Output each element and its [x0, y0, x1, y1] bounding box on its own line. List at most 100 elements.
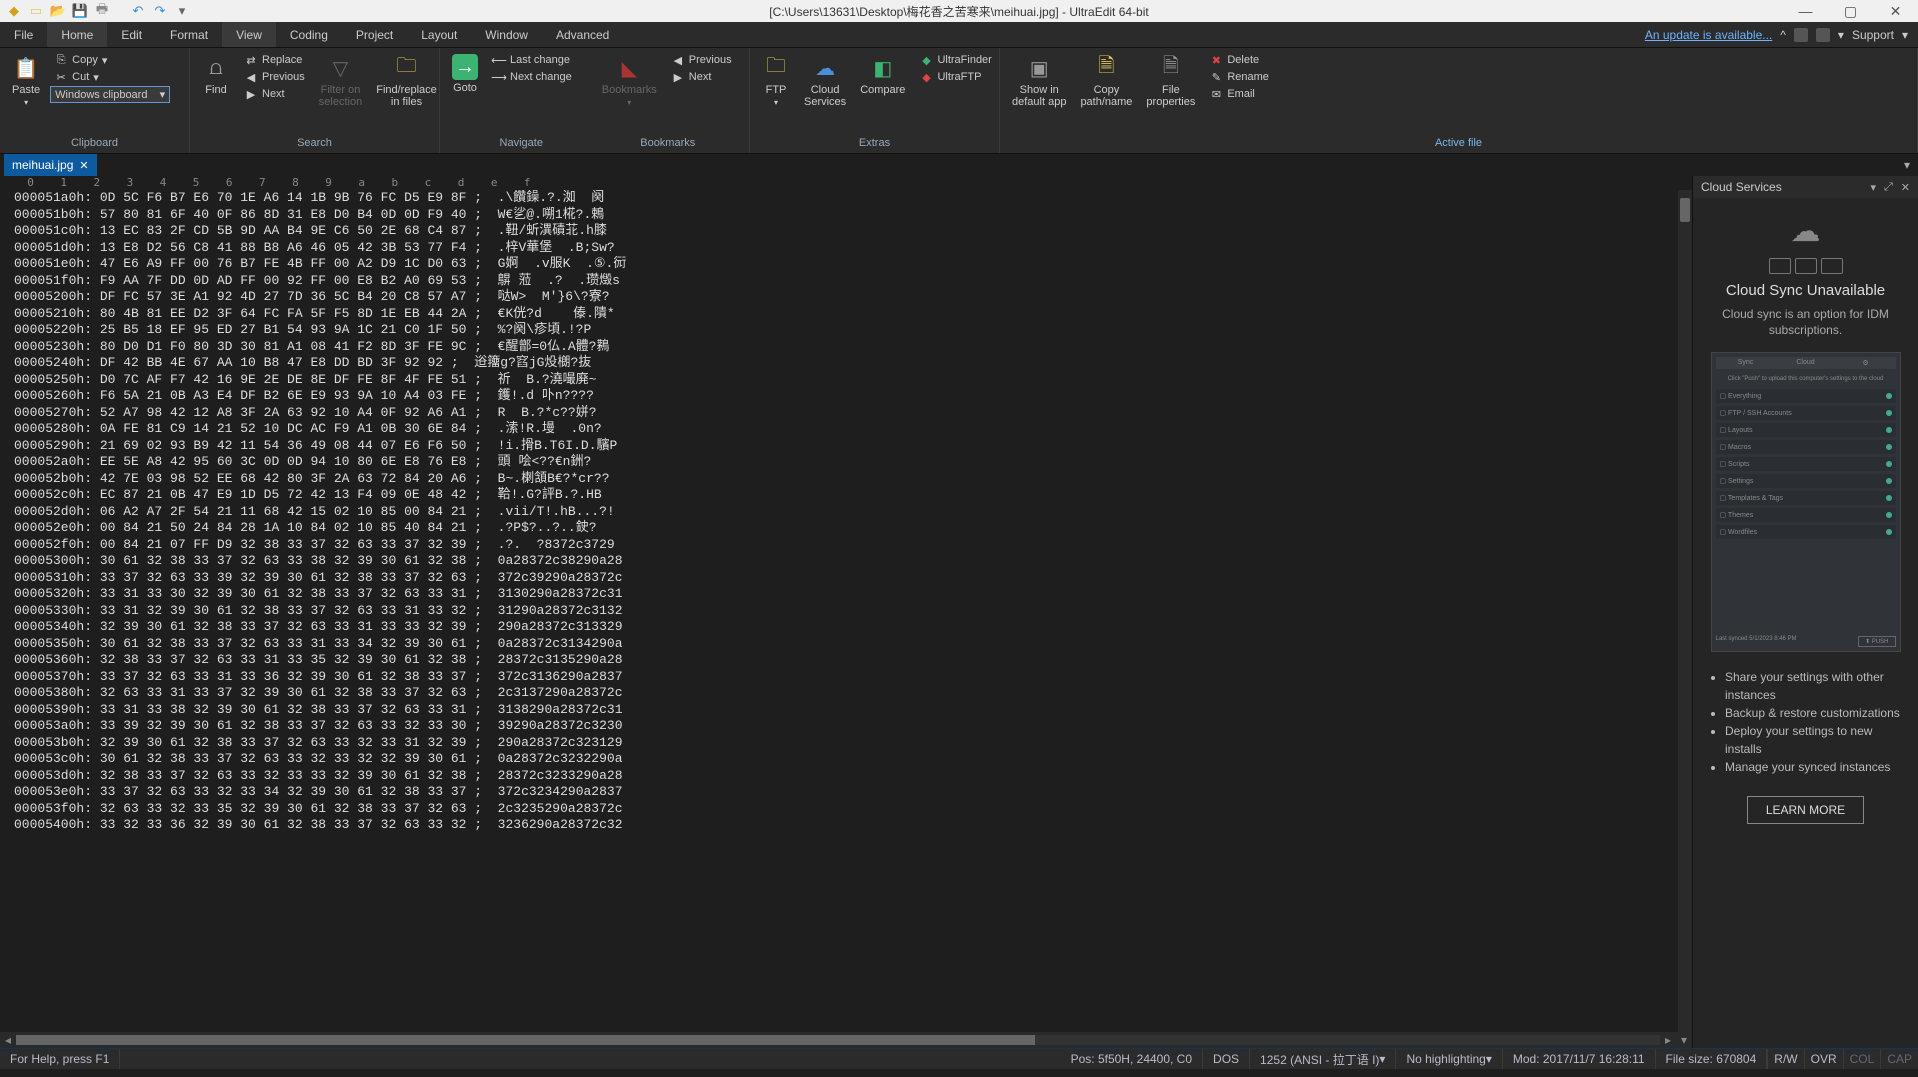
paste-button[interactable]: 📋 Paste ▾: [8, 52, 44, 109]
next-button[interactable]: ▶Next: [240, 86, 309, 102]
menu-window[interactable]: Window: [471, 22, 542, 47]
panel-pin-icon[interactable]: ⤢: [1884, 181, 1893, 194]
close-tab-icon[interactable]: ✕: [79, 159, 88, 172]
compare-icon: ◧: [869, 54, 897, 82]
bm-previous-button[interactable]: ◀Previous: [667, 52, 736, 68]
save-icon[interactable]: 💾: [72, 3, 88, 19]
find-button[interactable]: ⩍ Find: [198, 52, 234, 98]
folder-search-icon: 🗀: [392, 54, 420, 82]
split-icon[interactable]: ▾: [1676, 1033, 1692, 1047]
ribbon: 📋 Paste ▾ ⎘Copy ▾ ✂Cut ▾ Windows clipboa…: [0, 48, 1918, 154]
update-link[interactable]: An update is available...: [1645, 28, 1772, 42]
panel-close-icon[interactable]: ✕: [1901, 181, 1910, 194]
support-dropdown-icon[interactable]: ▾: [1902, 28, 1908, 42]
status-cap[interactable]: CAP: [1880, 1049, 1918, 1069]
cloud-services-button[interactable]: ☁ Cloud Services: [800, 52, 850, 110]
filter-icon: ▽: [327, 54, 355, 82]
ultraftp-button[interactable]: ◆UltraFTP: [915, 69, 995, 85]
group-label: Active file: [1008, 135, 1909, 149]
filter-button[interactable]: ▽ Filter on selection: [315, 52, 366, 110]
delete-icon: ✖: [1209, 53, 1223, 67]
cloud-power-icon: ☁: [1781, 212, 1831, 250]
toolbar-icon-1[interactable]: [1794, 28, 1808, 42]
vertical-scrollbar[interactable]: [1678, 190, 1692, 1032]
tab-dropdown-icon[interactable]: ▾: [1904, 158, 1910, 172]
find-in-files-button[interactable]: 🗀 Find/replace in files: [372, 52, 441, 110]
email-button[interactable]: ✉Email: [1205, 86, 1273, 102]
status-size: File size: 670804: [1656, 1049, 1768, 1069]
menu-project[interactable]: Project: [342, 22, 407, 47]
collapse-ribbon-icon[interactable]: ^: [1780, 28, 1786, 42]
cloud-unavailable-title: Cloud Sync Unavailable: [1726, 282, 1885, 299]
rename-button[interactable]: ✎Rename: [1205, 69, 1273, 85]
replace-button[interactable]: ⇄Replace: [240, 52, 309, 68]
open-icon[interactable]: 📂: [50, 3, 66, 19]
horizontal-scrollbar[interactable]: ◂ ▸ ▾: [0, 1032, 1692, 1048]
previous-button[interactable]: ◀Previous: [240, 69, 309, 85]
scroll-thumb[interactable]: [16, 1035, 1035, 1045]
status-encoding[interactable]: 1252 (ANSI - 拉丁语 I) ▾: [1250, 1049, 1396, 1069]
last-change-button[interactable]: ⟵Last change: [488, 52, 576, 68]
uftp-icon: ◆: [919, 70, 933, 84]
scroll-thumb[interactable]: [1680, 198, 1690, 222]
delete-button[interactable]: ✖Delete: [1205, 52, 1273, 68]
menu-format[interactable]: Format: [156, 22, 222, 47]
cloud-bullet: Share your settings with other instances: [1725, 668, 1908, 704]
editor-area: 0 1 2 3 4 5 6 7 8 9 a b c d e f 000051a0…: [0, 176, 1692, 1048]
learn-more-button[interactable]: LEARN MORE: [1747, 796, 1864, 824]
show-in-button[interactable]: ▣ Show in default app: [1008, 52, 1070, 110]
scroll-left-icon[interactable]: ◂: [0, 1033, 16, 1047]
status-col[interactable]: COL: [1843, 1049, 1881, 1069]
toolbar-icon-2[interactable]: [1816, 28, 1830, 42]
redo-icon[interactable]: ↷: [152, 3, 168, 19]
ftp-button[interactable]: 🗀 FTP▾: [758, 52, 794, 109]
maximize-button[interactable]: ▢: [1828, 0, 1873, 22]
menu-advanced[interactable]: Advanced: [542, 22, 623, 47]
bm-next-button[interactable]: ▶Next: [667, 69, 736, 85]
statusbar: For Help, press F1 Pos: 5f50H, 24400, C0…: [0, 1048, 1918, 1069]
status-highlight[interactable]: No highlighting ▾: [1396, 1049, 1502, 1069]
app-icon: ◆: [6, 3, 22, 19]
cut-button[interactable]: ✂Cut ▾: [50, 69, 170, 85]
status-dos[interactable]: DOS: [1203, 1049, 1250, 1069]
status-rw[interactable]: R/W: [1767, 1049, 1803, 1069]
minimize-button[interactable]: —: [1783, 0, 1828, 22]
file-tab[interactable]: meihuai.jpg ✕: [4, 154, 97, 176]
next-change-button[interactable]: ⟶Next change: [488, 69, 576, 85]
doc-icon: 🗎: [1092, 54, 1120, 82]
goto-button[interactable]: → Goto: [448, 52, 482, 96]
ultrafinder-button[interactable]: ◆UltraFinder: [915, 52, 995, 68]
file-tabbar: meihuai.jpg ✕ ▾: [0, 154, 1918, 176]
bookmarks-button[interactable]: ◣ Bookmarks ▾: [598, 52, 661, 109]
dropdown-icon[interactable]: ▾: [174, 3, 190, 19]
menubar: File Home Edit Format View Coding Projec…: [0, 22, 1918, 48]
menu-layout[interactable]: Layout: [407, 22, 471, 47]
menu-home[interactable]: Home: [47, 22, 107, 47]
scroll-right-icon[interactable]: ▸: [1660, 1033, 1676, 1047]
cloud-services-panel: Cloud Services ▾ ⤢ ✕ ☁ Cloud Sync Unavai…: [1692, 176, 1918, 1048]
hex-editor[interactable]: 000051a0h: 0D 5C F6 B7 E6 70 1E A6 14 1B…: [0, 190, 1692, 1032]
file-props-button[interactable]: 🗎 File properties: [1142, 52, 1199, 110]
print-icon[interactable]: 🖶: [94, 3, 110, 19]
menu-edit[interactable]: Edit: [107, 22, 156, 47]
cloud-icon: ☁: [811, 54, 839, 82]
new-icon[interactable]: ▭: [28, 3, 44, 19]
support-link[interactable]: Support: [1852, 28, 1894, 42]
menu-coding[interactable]: Coding: [276, 22, 342, 47]
prev-icon: ◀: [671, 53, 685, 67]
copy-path-button[interactable]: 🗎 Copy path/name: [1076, 52, 1136, 110]
compare-button[interactable]: ◧ Compare: [856, 52, 909, 98]
clipboard-combo[interactable]: Windows clipboard▾: [50, 86, 170, 103]
status-ovr[interactable]: OVR: [1804, 1049, 1843, 1069]
menu-file[interactable]: File: [0, 22, 47, 47]
help-dropdown-icon[interactable]: ▾: [1838, 28, 1844, 42]
panel-dropdown-icon[interactable]: ▾: [1870, 181, 1876, 194]
copy-button[interactable]: ⎘Copy ▾: [50, 52, 170, 68]
undo-icon[interactable]: ↶: [130, 3, 146, 19]
panel-title: Cloud Services: [1701, 180, 1862, 194]
close-button[interactable]: ✕: [1873, 0, 1918, 22]
group-label: Search: [198, 135, 431, 149]
menu-view[interactable]: View: [222, 22, 276, 47]
uf-icon: ◆: [919, 53, 933, 67]
goto-icon: →: [452, 54, 478, 80]
